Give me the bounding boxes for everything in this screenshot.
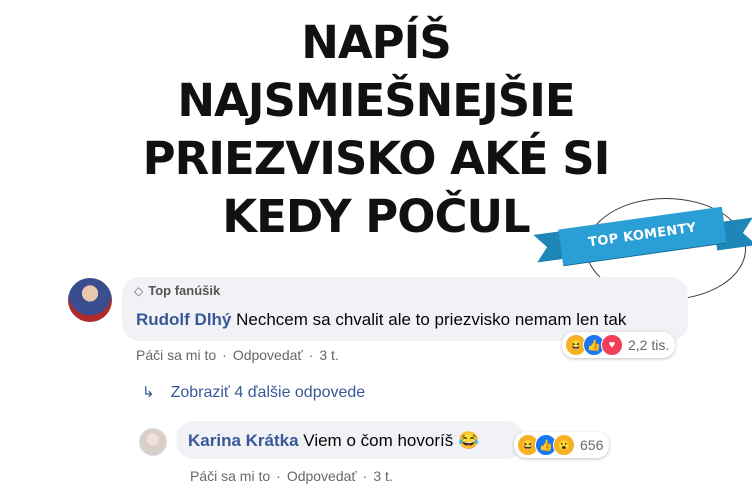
comment-text-row: Rudolf Dlhý Nechcem sa chvalit ale to pr… [136,310,626,330]
reaction-summary[interactable]: 😆 👍 ♥ 2,2 tis. [562,332,676,358]
wow-reaction-icon: 😮 [553,434,575,456]
like-link[interactable]: Páči sa mi to [136,347,216,363]
comment-actions: Páči sa mi to · Odpovedať · 3 t. [136,347,339,363]
top-fan-label: Top fanúšik [148,283,221,298]
headline-line-1: NAPÍŠ [301,16,452,69]
laughing-emoji: 😂 [457,431,480,450]
reply-actions: Páči sa mi to · Odpovedať · 3 t. [190,468,393,484]
reply-arrow-icon: ↳ [142,384,155,401]
headline-line-2: NAJSMIEŠNEJŠIE [177,74,575,127]
separator: · [276,468,281,484]
reply-text: Viem o čom hovoríš [303,431,454,450]
separator: · [222,347,227,363]
separator: · [308,347,314,363]
comment-author[interactable]: Rudolf Dlhý [136,310,231,329]
avatar[interactable] [139,428,167,456]
headline-line-3: PRIEZVISKO AKÉ SI [142,132,611,185]
reaction-summary[interactable]: 😆 👍 😮 656 [514,432,610,458]
reply-link[interactable]: Odpovedať [287,468,357,484]
reply-text-row: Karina Krátka Viem o čom hovoríš 😂 [188,431,479,451]
separator: · [362,468,368,484]
reaction-count: 656 [580,437,604,453]
love-reaction-icon: ♥ [601,334,623,356]
timestamp[interactable]: 3 t. [373,468,392,484]
top-fan-badge: ◇ Top fanúšik [134,283,220,298]
diamond-icon: ◇ [134,284,144,298]
like-link[interactable]: Páči sa mi to [190,468,270,484]
reply-link[interactable]: Odpovedať [233,347,303,363]
comment-text: Nechcem sa chvalit ale to priezvisko nem… [236,310,627,329]
view-more-replies[interactable]: ↳ Zobraziť 4 ďalšie odpovede [142,383,365,402]
reply-author[interactable]: Karina Krátka [188,431,299,450]
view-more-replies-label[interactable]: Zobraziť 4 ďalšie odpovede [171,384,366,401]
timestamp[interactable]: 3 t. [319,347,338,363]
reaction-count: 2,2 tis. [628,337,670,353]
avatar[interactable] [68,278,112,322]
